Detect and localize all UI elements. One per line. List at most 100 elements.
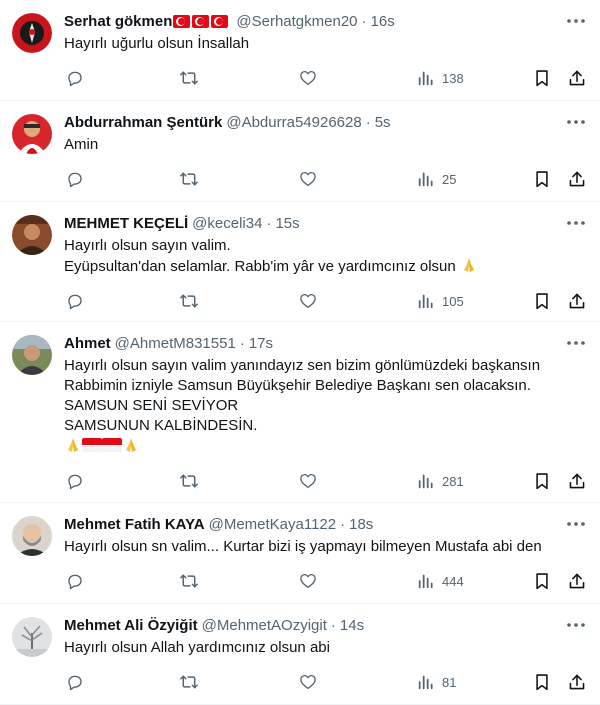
praying-hands-icon: [126, 438, 136, 452]
share-button[interactable]: [568, 281, 586, 321]
tweet[interactable]: Ahmet @AhmetM831551 · 17s Hayırlı olsun …: [0, 322, 600, 503]
reply-button[interactable]: [66, 461, 84, 501]
share-icon: [568, 572, 586, 590]
reply-button[interactable]: [66, 159, 84, 199]
retweet-button[interactable]: [179, 159, 199, 199]
author-name[interactable]: Abdurrahman Şentürk: [64, 114, 222, 131]
like-button[interactable]: [299, 461, 317, 501]
reply-icon: [66, 673, 84, 691]
avatar[interactable]: [12, 335, 52, 375]
tweet[interactable]: Mehmet Fatih KAYA @MemetKaya1122 · 18s H…: [0, 503, 600, 604]
share-button[interactable]: [568, 561, 586, 601]
avatar[interactable]: [12, 516, 52, 556]
action-bar: 25: [64, 159, 586, 199]
timestamp[interactable]: 15s: [275, 215, 299, 232]
author-name[interactable]: Mehmet Ali Özyiğit: [64, 617, 198, 634]
author-handle[interactable]: @keceli34: [192, 215, 262, 232]
views-button[interactable]: 138: [418, 58, 464, 98]
views-button[interactable]: 281: [418, 461, 464, 501]
more-icon[interactable]: [566, 618, 586, 632]
like-button[interactable]: [299, 159, 317, 199]
timestamp[interactable]: 5s: [375, 114, 391, 131]
bookmark-icon: [534, 292, 550, 310]
retweet-button[interactable]: [179, 662, 199, 702]
views-count: 81: [442, 674, 457, 690]
reply-button[interactable]: [66, 58, 84, 98]
reply-button[interactable]: [66, 281, 84, 321]
more-icon[interactable]: [566, 517, 586, 531]
like-icon: [299, 472, 317, 490]
views-button[interactable]: 81: [418, 662, 456, 702]
more-icon[interactable]: [566, 336, 586, 350]
bookmark-button[interactable]: [534, 159, 550, 199]
retweet-icon: [179, 673, 199, 691]
tweet[interactable]: Mehmet Ali Özyiğit @MehmetAOzyigit · 14s…: [0, 604, 600, 705]
timestamp[interactable]: 18s: [349, 516, 373, 533]
bookmark-button[interactable]: [534, 461, 550, 501]
author-name[interactable]: Ahmet: [64, 335, 111, 352]
share-button[interactable]: [568, 58, 586, 98]
turkey-flag-emojis: [173, 14, 229, 28]
views-icon: [418, 171, 434, 187]
tweet-text-line: Hayırlı uğurlu olsun İnsallah: [64, 35, 250, 52]
tweet-text-line: Hayırlı olsun sayın valim.: [64, 237, 231, 254]
like-icon: [299, 69, 317, 87]
author-name[interactable]: MEHMET KEÇELİ: [64, 215, 188, 232]
tweet[interactable]: Serhat gökmen @Serhatgkmen20 · 16s Hayır…: [0, 0, 600, 101]
bookmark-icon: [534, 673, 550, 691]
bookmark-button[interactable]: [534, 561, 550, 601]
bookmark-button[interactable]: [534, 281, 550, 321]
separator-dot: ·: [340, 515, 346, 533]
tweet-text: Hayırlı olsun Allah yardımcınız olsun ab…: [64, 638, 584, 658]
timestamp[interactable]: 17s: [249, 335, 273, 352]
turkey-flag-icon: [192, 14, 210, 28]
bookmark-button[interactable]: [534, 662, 550, 702]
share-button[interactable]: [568, 662, 586, 702]
tweet-text: Hayırlı olsun sn valim... Kurtar bizi iş…: [64, 537, 584, 557]
praying-hands-icon: [68, 438, 78, 452]
retweet-button[interactable]: [179, 561, 199, 601]
retweet-button[interactable]: [179, 461, 199, 501]
share-button[interactable]: [568, 461, 586, 501]
reply-button[interactable]: [66, 561, 84, 601]
views-icon: [418, 293, 434, 309]
share-button[interactable]: [568, 159, 586, 199]
author-handle[interactable]: @AhmetM831551: [115, 335, 236, 352]
author-handle[interactable]: @MehmetAOzyigit: [202, 617, 327, 634]
tweet-text-line: Hayırlı olsun sn valim... Kurtar bizi iş…: [64, 538, 542, 555]
reply-button[interactable]: [66, 662, 84, 702]
reply-icon: [66, 170, 84, 188]
retweet-icon: [179, 170, 199, 188]
avatar[interactable]: [12, 215, 52, 255]
more-icon[interactable]: [566, 216, 586, 230]
like-button[interactable]: [299, 561, 317, 601]
retweet-button[interactable]: [179, 58, 199, 98]
more-icon[interactable]: [566, 14, 586, 28]
views-button[interactable]: 25: [418, 159, 456, 199]
views-button[interactable]: 105: [418, 281, 464, 321]
timestamp[interactable]: 14s: [340, 617, 364, 634]
avatar[interactable]: [12, 617, 52, 657]
tweet[interactable]: MEHMET KEÇELİ @keceli34 · 15s Hayırlı ol…: [0, 202, 600, 322]
author-name[interactable]: Mehmet Fatih KAYA: [64, 516, 205, 533]
author-name[interactable]: Serhat gökmen: [64, 13, 172, 30]
views-button[interactable]: 444: [418, 561, 464, 601]
bookmark-button[interactable]: [534, 58, 550, 98]
retweet-button[interactable]: [179, 281, 199, 321]
avatar[interactable]: [12, 114, 52, 154]
bookmark-icon: [534, 472, 550, 490]
more-icon[interactable]: [566, 115, 586, 129]
separator-dot: ·: [361, 12, 367, 30]
tweet-text-line: Amin: [64, 136, 99, 153]
author-handle[interactable]: @MemetKaya1122: [209, 516, 337, 533]
like-button[interactable]: [299, 662, 317, 702]
like-button[interactable]: [299, 58, 317, 98]
like-button[interactable]: [299, 281, 317, 321]
avatar[interactable]: [12, 13, 52, 53]
timestamp[interactable]: 16s: [371, 13, 395, 30]
author-handle[interactable]: @Serhatgkmen20: [236, 13, 357, 30]
tweet[interactable]: Abdurrahman Şentürk @Abdurra54926628 · 5…: [0, 101, 600, 202]
retweet-icon: [179, 472, 199, 490]
share-icon: [568, 170, 586, 188]
author-handle[interactable]: @Abdurra54926628: [226, 114, 361, 131]
